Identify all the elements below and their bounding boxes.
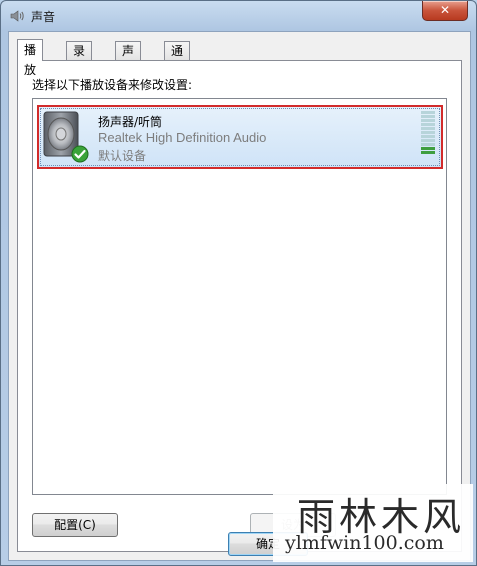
- device-status: 默认设备: [98, 149, 147, 163]
- volume-level-meter: [421, 111, 435, 155]
- device-driver: Realtek High Definition Audio: [98, 130, 267, 145]
- green-check-icon: [71, 145, 89, 163]
- watermark: 雨林木风 ylmfwin100.com: [273, 484, 473, 562]
- speaker-icon: [10, 10, 24, 22]
- instruction-text: 选择以下播放设备来修改设置:: [32, 78, 193, 92]
- playback-tab-panel: 选择以下播放设备来修改设置: 扬声器/听筒 Realtek High Defin…: [17, 60, 462, 552]
- device-item-speakers[interactable]: 扬声器/听筒 Realtek High Definition Audio 默认设…: [37, 105, 443, 169]
- tab-playback[interactable]: 播放: [17, 39, 44, 77]
- close-button[interactable]: ✕: [422, 1, 468, 21]
- dialog-client-area: 播放 录制 声音 通信 选择以下播放设备来修改设置:: [8, 31, 471, 561]
- tab-recording[interactable]: 录制: [66, 41, 93, 76]
- sound-dialog-window: 声音 ✕ 播放 录制 声音 通信 选择以下播放设备来修改设置:: [0, 0, 477, 566]
- tab-sounds[interactable]: 声音: [115, 41, 142, 76]
- tab-communications[interactable]: 通信: [164, 41, 191, 76]
- configure-button[interactable]: 配置(C): [32, 513, 118, 537]
- watermark-url: ylmfwin100.com: [285, 532, 444, 554]
- title-bar[interactable]: 声音 ✕: [1, 1, 476, 31]
- device-name: 扬声器/听筒: [98, 115, 163, 129]
- window-title: 声音: [31, 10, 56, 24]
- device-list[interactable]: 扬声器/听筒 Realtek High Definition Audio 默认设…: [32, 98, 447, 495]
